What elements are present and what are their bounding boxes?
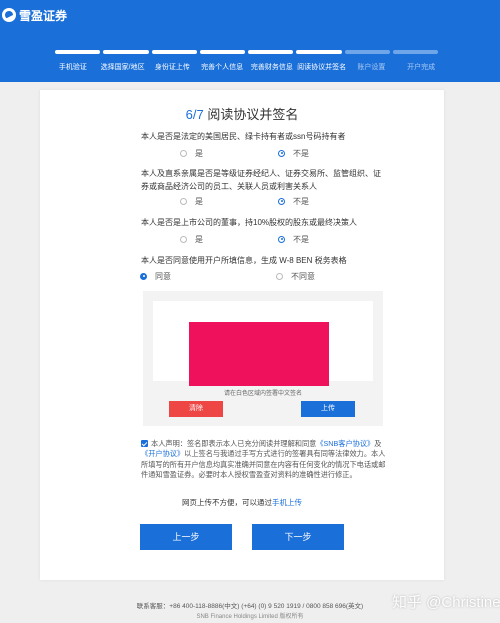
option-q1-yes[interactable]: 是	[180, 148, 203, 158]
question-w8ben-consent: 本人是否同意使用开户所填信息，生成 W-8 BEN 税务表格	[141, 256, 347, 265]
radio-selected-icon[interactable]	[278, 149, 285, 157]
progress-segment	[55, 50, 101, 54]
step-number: 6	[185, 107, 193, 122]
progress-segment	[344, 50, 390, 54]
top-header: 雪盈证券 手机验证 选择国家/地区 身份证上传 完善个人信息 完善财务信息 阅读…	[0, 0, 500, 82]
declaration-checkbox-icon[interactable]	[141, 440, 148, 447]
radio-icon[interactable]	[180, 149, 187, 157]
step-select-country: 选择国家/地区	[100, 64, 145, 71]
signature-hint: 请在白色区域内签署中文签名	[223, 391, 302, 397]
option-label: 不是	[293, 234, 309, 244]
option-label: 不是	[293, 196, 309, 206]
progress-segment	[103, 50, 149, 54]
step-agreement-sign: 阅读协议并签名	[297, 64, 347, 71]
option-q1-no[interactable]: 不是	[278, 148, 309, 158]
mobile-upload-hint: 网页上传不方便，可以通过手机上传	[40, 497, 444, 508]
option-label: 是	[195, 196, 203, 206]
question-director-shareholder: 本人是否是上市公司的董事，持10%股权的股东或最终决策人	[141, 218, 358, 227]
option-label: 同意	[155, 271, 171, 281]
radio-selected-icon[interactable]	[278, 197, 285, 205]
progress-segment	[392, 50, 438, 54]
radio-icon[interactable]	[180, 197, 187, 205]
progress-segment	[248, 50, 294, 54]
upload-signature-button[interactable]: 上传	[301, 401, 355, 417]
option-q2-yes[interactable]: 是	[180, 196, 203, 206]
form-card: 6/7 阅读协议并签名 本人是否是法定的美国居民、绿卡持有者或ssn号码持有者 …	[40, 90, 444, 580]
prev-step-button[interactable]: 上一步	[140, 524, 232, 550]
mobile-upload-link[interactable]: 手机上传	[272, 498, 302, 507]
snb-agreement-link[interactable]: 《SNB客户协议》	[316, 439, 374, 448]
step-financial-info: 完善财务信息	[250, 64, 293, 71]
option-label: 不是	[293, 148, 309, 158]
brand-name: 雪盈证券	[19, 8, 68, 23]
progress-segment	[151, 50, 197, 54]
progress-bar	[55, 50, 438, 54]
logo-icon	[2, 8, 16, 22]
step-phone-verify: 手机验证	[58, 64, 87, 71]
signature-drawing	[189, 322, 329, 386]
page-title: 6/7 阅读协议并签名	[40, 104, 444, 123]
option-label: 是	[195, 148, 203, 158]
step-id-upload: 身份证上传	[154, 64, 190, 71]
page-title-text: 阅读协议并签名	[207, 107, 299, 122]
option-label: 不同意	[291, 271, 315, 281]
next-step-button[interactable]: 下一步	[252, 524, 344, 550]
progress-segment	[199, 50, 245, 54]
declaration-text: 本人声明：签名即表示本人已充分阅读并理解和同意《SNB客户协议》及《开户协议》以…	[141, 439, 386, 481]
signature-canvas[interactable]	[153, 301, 373, 386]
declaration-part2: 及	[374, 439, 382, 448]
option-label: 是	[195, 234, 203, 244]
step-account-settings: 账户设置	[357, 64, 386, 71]
step-complete: 开户完成	[407, 64, 436, 71]
question-broker-relation: 本人及直系亲属是否是等级证券经纪人、证券交易所、监管组织、证券或商品经济公司的员…	[141, 169, 381, 191]
option-q3-no[interactable]: 不是	[278, 234, 309, 244]
brand-logo[interactable]: 雪盈证券	[2, 7, 67, 23]
declaration-part1: 本人声明：签名即表示本人已充分阅读并理解和同意	[151, 439, 317, 448]
question-us-resident: 本人是否是法定的美国居民、绿卡持有者或ssn号码持有者	[141, 132, 346, 141]
account-agreement-link[interactable]: 《开户协议》	[141, 449, 184, 458]
option-q4-agree[interactable]: 同意	[140, 271, 171, 281]
step-personal-info: 完善个人信息	[201, 64, 244, 71]
radio-selected-icon[interactable]	[140, 272, 147, 280]
radio-selected-icon[interactable]	[278, 235, 285, 243]
option-q4-disagree[interactable]: 不同意	[276, 271, 315, 281]
radio-icon[interactable]	[276, 272, 283, 280]
radio-icon[interactable]	[180, 235, 187, 243]
watermark-text: 知乎 @Christine	[392, 594, 500, 611]
option-q2-no[interactable]: 不是	[278, 196, 309, 206]
signature-panel: 请在白色区域内签署中文签名 清除 上传	[143, 291, 383, 426]
option-q3-yes[interactable]: 是	[180, 234, 203, 244]
clear-signature-button[interactable]: 清除	[169, 401, 223, 417]
progress-segment	[296, 50, 342, 54]
footer-copyright: SNB Finance Holdings Limited 版权所有	[196, 614, 304, 620]
step-total: /7	[192, 107, 204, 122]
mobile-upload-text: 网页上传不方便，可以通过	[182, 498, 272, 507]
step-labels: 手机验证 选择国家/地区 身份证上传 完善个人信息 完善财务信息 阅读协议并签名…	[48, 62, 446, 72]
